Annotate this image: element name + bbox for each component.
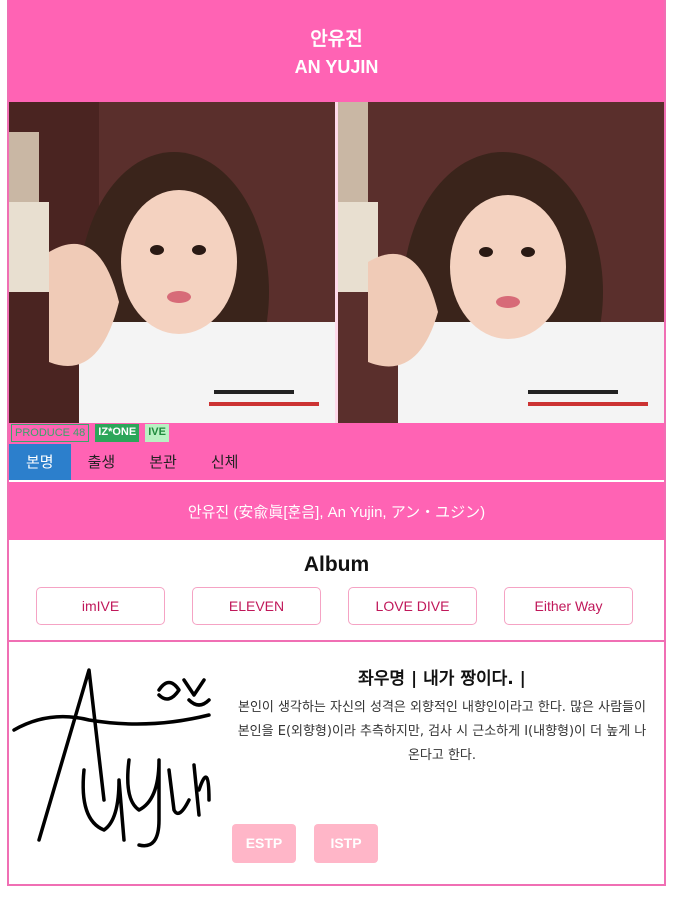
mbti-list: ESTP ISTP bbox=[232, 824, 378, 863]
album-button-love-dive[interactable]: LOVE DIVE bbox=[348, 587, 477, 625]
profile-photo-1 bbox=[9, 102, 335, 423]
profile-details: 좌우명 | 내가 짱이다. | 본인이 생각하는 자신의 성격은 외향적인 내향… bbox=[9, 642, 664, 884]
album-title: Album bbox=[303, 553, 370, 576]
album-list: imIVE ELEVEN LOVE DIVE Either Way bbox=[36, 587, 633, 625]
group-badges: PRODUCE 48 IZ*ONE IVE bbox=[11, 424, 169, 442]
mbti-button-estp[interactable]: ESTP bbox=[232, 824, 296, 863]
signature-image bbox=[9, 650, 214, 860]
badge-produce48[interactable]: PRODUCE 48 bbox=[11, 424, 90, 442]
tab-divider bbox=[9, 480, 664, 482]
mbti-button-istp[interactable]: ISTP bbox=[314, 824, 378, 863]
badge-ive[interactable]: IVE bbox=[145, 424, 169, 442]
album-button-imive[interactable]: imIVE bbox=[36, 587, 165, 625]
album-section: Album imIVE ELEVEN LOVE DIVE Either Way bbox=[9, 540, 664, 642]
tab-origin[interactable]: 본관 bbox=[132, 444, 194, 480]
tab-body[interactable]: 신체 bbox=[194, 444, 256, 480]
name-english: AN YUJIN bbox=[294, 57, 379, 77]
badge-izone[interactable]: IZ*ONE bbox=[95, 424, 140, 442]
motto-heading: 좌우명 | 내가 짱이다. | bbox=[358, 669, 526, 689]
tab-birth[interactable]: 출생 bbox=[71, 444, 133, 480]
profile-photo-2 bbox=[338, 102, 664, 423]
photo-gallery bbox=[9, 102, 664, 423]
personality-description: 본인이 생각하는 자신의 성격은 외향적인 내향인이라고 한다. 많은 사람들이… bbox=[237, 700, 647, 763]
info-tabs: 본명 출생 본관 신체 bbox=[9, 444, 255, 480]
full-name-text: 안유진 (安兪眞[훈음], An Yujin, アン・ユジン) bbox=[187, 504, 486, 521]
profile-frame: 안유진 AN YUJIN PRODUCE 48 IZ*ONE IVE 본명 출생… bbox=[7, 0, 666, 886]
name-korean: 안유진 bbox=[310, 28, 363, 50]
tab-real-name[interactable]: 본명 bbox=[9, 444, 71, 480]
info-bar: PRODUCE 48 IZ*ONE IVE 본명 출생 본관 신체 안유진 (安… bbox=[9, 423, 664, 540]
album-button-eleven[interactable]: ELEVEN bbox=[192, 587, 321, 625]
profile-header: 안유진 AN YUJIN bbox=[9, 0, 664, 102]
album-button-either-way[interactable]: Either Way bbox=[504, 587, 633, 625]
